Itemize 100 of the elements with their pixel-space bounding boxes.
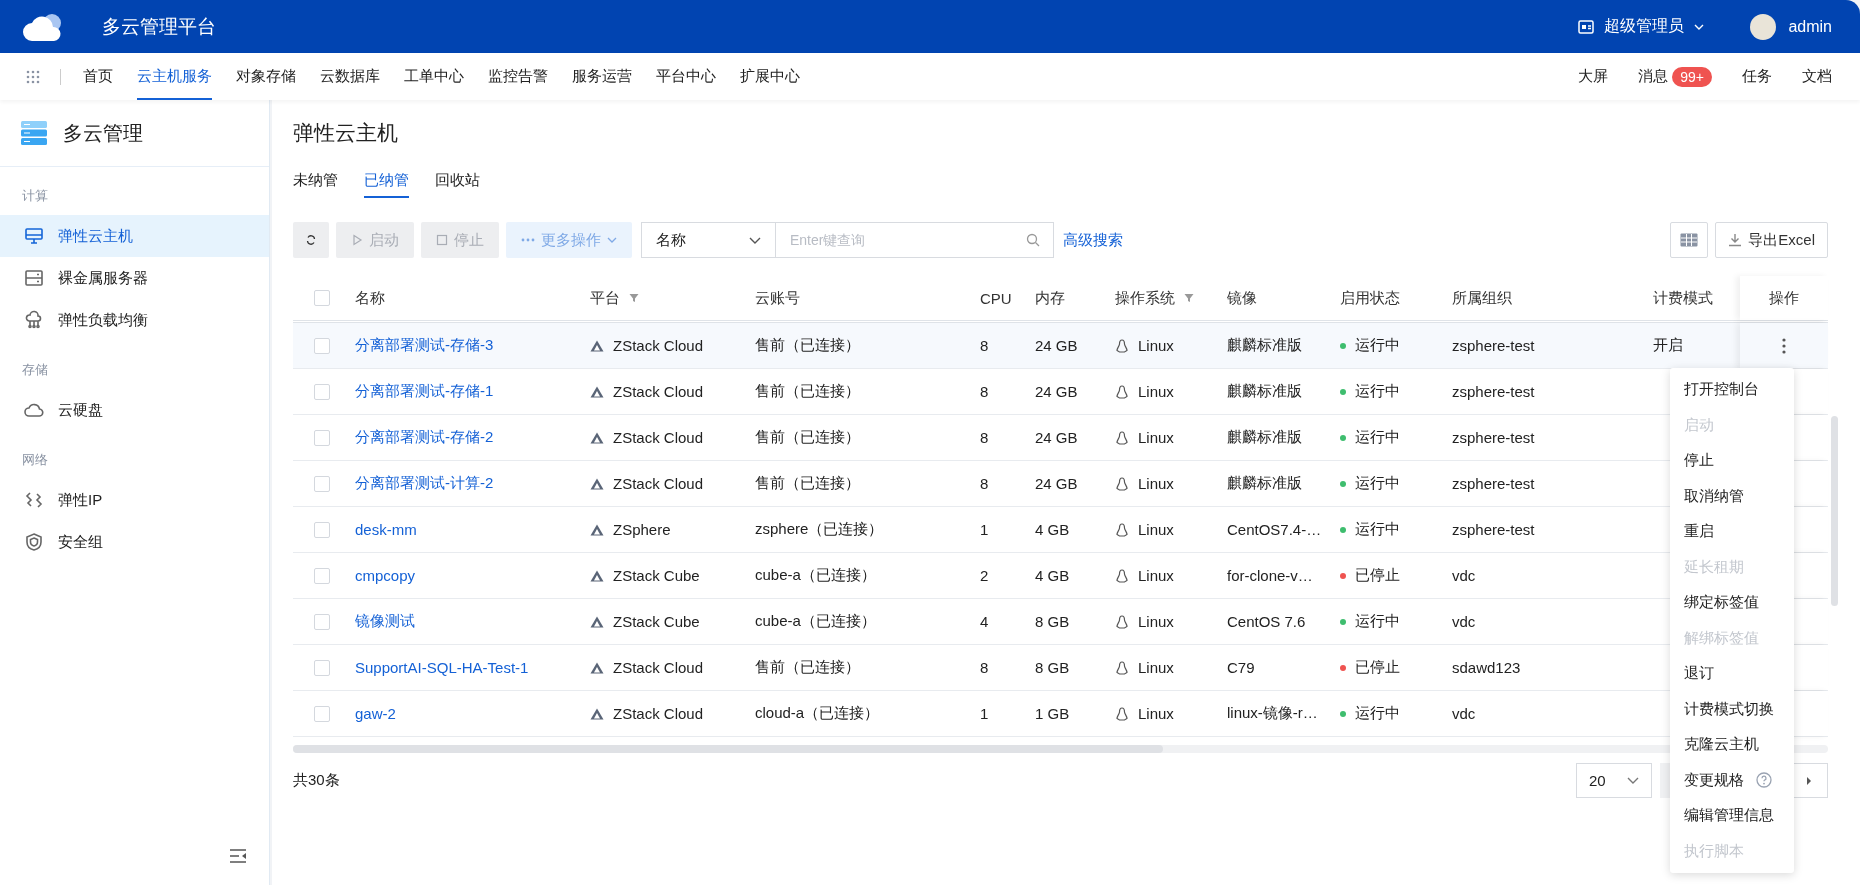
apps-grid-icon[interactable] [26,69,40,84]
memory-size: 24 GB [1035,383,1078,400]
row-checkbox[interactable] [313,521,330,538]
sidebar-item[interactable]: 云硬盘 [0,389,269,431]
play-icon [351,234,363,246]
menu-item[interactable]: 编辑管理信息 [1670,798,1794,834]
platform-logo-icon [590,476,604,491]
memory-size: 8 GB [1035,613,1070,630]
menu-item[interactable]: 停止 [1670,443,1794,479]
image-name: for-clone-v… [1227,567,1313,584]
instance-name-link[interactable]: cmpcopy [355,567,416,584]
instance-name-link[interactable]: desk-mm [355,521,417,538]
instance-name-link[interactable]: 镜像测试 [355,612,415,631]
export-button[interactable]: 导出Excel [1715,222,1828,258]
platform-name: ZStack Cloud [613,659,704,676]
menu-item[interactable]: 打开控制台 [1670,372,1794,408]
account-name: 售前（已连接） [755,474,860,493]
row-checkbox[interactable] [313,383,330,400]
platform-name: ZStack Cloud [613,475,704,492]
row-checkbox[interactable] [313,429,330,446]
row-checkbox[interactable] [313,337,330,354]
id-card-icon [1578,19,1595,34]
nav-tab[interactable]: 云数据库 [320,53,380,100]
menu-item[interactable]: 克隆云主机 [1670,727,1794,763]
instance-name-link[interactable]: 分离部署测试-存储-1 [355,382,494,401]
caret-icon [1627,777,1639,784]
status-text: 已停止 [1355,566,1400,585]
total-count: 共30条 [293,771,340,790]
nav-tab[interactable]: 工单中心 [404,53,464,100]
column-header: 操作系统 [1115,288,1175,308]
tab[interactable]: 未纳管 [293,171,338,198]
page-title: 弹性云主机 [293,120,399,146]
page-size-select[interactable]: 20 [1576,763,1652,798]
more-icon [521,238,535,242]
instance-name-link[interactable]: SupportAI-SQL-HA-Test-1 [355,659,529,676]
status-text: 运行中 [1355,336,1400,355]
nav-tab[interactable]: 首页 [83,53,113,100]
menu-item[interactable]: 变更规格 [1670,762,1794,798]
nav-tab[interactable]: 监控告警 [488,53,548,100]
account-name: zsphere（已连接） [755,520,884,539]
instance-name-link[interactable]: 分离部署测试-存储-2 [355,428,494,447]
vertical-scrollbar[interactable] [1831,416,1838,606]
memory-size: 24 GB [1035,337,1078,354]
instance-name-link[interactable]: 分离部署测试-计算-2 [355,474,494,493]
menu-item[interactable]: 计费模式切换 [1670,691,1794,727]
more-options-icon[interactable] [1782,337,1786,354]
image-name: linux-镜像-r… [1227,704,1318,723]
sidebar-item[interactable]: 安全组 [0,521,269,563]
nav-tab[interactable]: 平台中心 [656,53,716,100]
menu-item[interactable]: 重启 [1670,514,1794,550]
collapse-sidebar-icon[interactable] [229,849,247,863]
nav-link[interactable]: 文档 [1802,67,1832,86]
instance-name-link[interactable]: 分离部署测试-存储-3 [355,336,494,355]
row-checkbox[interactable] [313,659,330,676]
filter-icon[interactable] [1184,293,1194,303]
sidebar-section-label: 网络 [21,451,49,469]
column-header: 内存 [1035,288,1065,308]
refresh-button[interactable] [293,222,329,258]
instance-name-link[interactable]: gaw-2 [355,705,396,722]
sidebar-item[interactable]: 弹性负载均衡 [0,299,269,341]
platform-name: ZStack Cube [613,567,700,584]
cpu-count: 8 [980,429,989,446]
tab[interactable]: 回收站 [435,171,480,198]
filter-icon[interactable] [629,293,639,303]
search-field-select[interactable]: 名称 [641,222,776,258]
row-checkbox[interactable] [313,613,330,630]
menu-item[interactable]: 退订 [1670,656,1794,692]
nav-tab[interactable]: 服务运营 [572,53,632,100]
image-name: 麒麟标准版 [1227,474,1302,493]
image-name: CentOS 7.6 [1227,613,1306,630]
row-checkbox[interactable] [313,705,330,722]
account-name: cloud-a（已连接） [755,704,880,723]
nav-link[interactable]: 任务 [1742,67,1772,86]
penguin-icon [1115,614,1129,629]
menu-item[interactable]: 取消纳管 [1670,478,1794,514]
help-icon[interactable] [1756,772,1772,789]
search-field[interactable]: Enter键查询 [776,222,1054,258]
select-all-checkbox[interactable] [313,290,330,306]
avatar-icon[interactable] [1750,13,1777,40]
sidebar-item[interactable]: 弹性IP [0,479,269,521]
nav-link[interactable]: 大屏 [1578,67,1609,86]
status-text: 运行中 [1355,428,1400,447]
tab[interactable]: 已纳管 [364,171,409,198]
sidebar-item[interactable]: 弹性云主机 [0,215,269,257]
menu-item[interactable]: 绑定标签值 [1670,585,1794,621]
organization-name: zsphere-test [1452,337,1535,354]
row-checkbox[interactable] [313,567,330,584]
platform-name: ZStack Cloud [613,429,704,446]
nav-tab[interactable]: 扩展中心 [740,53,800,100]
role-dropdown[interactable]: 超级管理员 [1572,15,1711,38]
advanced-search-link[interactable]: 高级搜索 [1063,230,1123,250]
penguin-icon [1115,706,1129,721]
nav-tab[interactable]: 对象存储 [236,53,296,100]
column-settings-button[interactable] [1670,222,1709,258]
user-name[interactable]: admin [1788,17,1832,36]
row-checkbox[interactable] [313,475,330,492]
download-icon [1728,233,1743,247]
nav-link[interactable]: 消息 [1638,67,1669,86]
cpu-count: 8 [980,383,989,400]
sidebar-item[interactable]: 裸金属服务器 [0,257,269,299]
